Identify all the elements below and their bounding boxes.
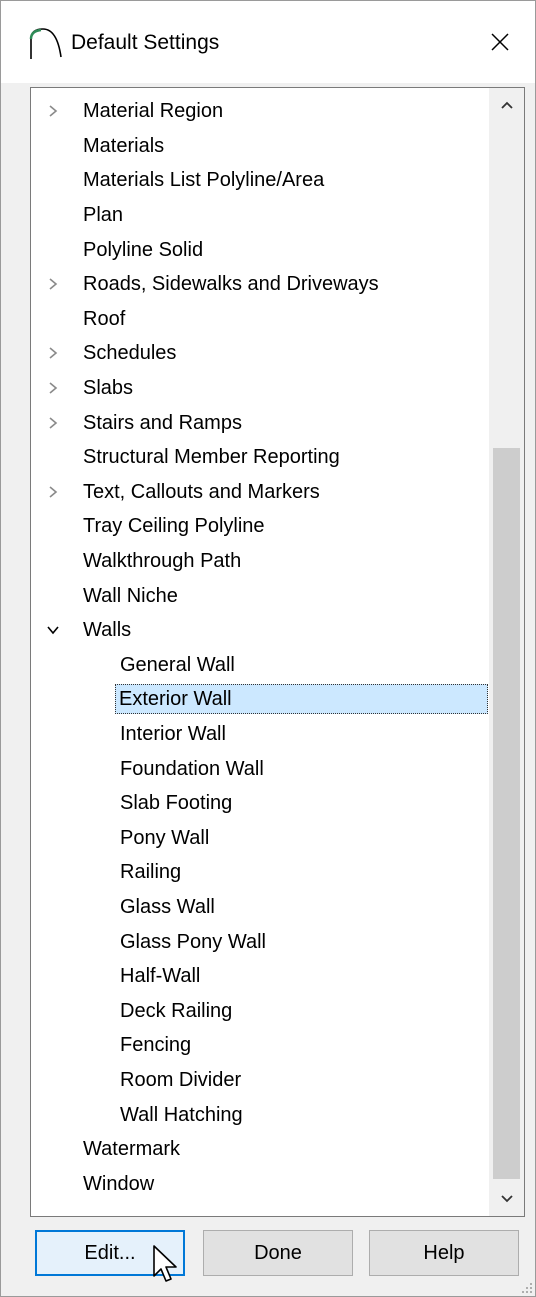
help-button[interactable]: Help (369, 1230, 519, 1276)
window-title: Default Settings (71, 31, 220, 54)
chevron-down-icon[interactable] (45, 613, 61, 648)
tree-item[interactable]: Roof (31, 302, 491, 337)
tree-item[interactable]: Slab Footing (31, 786, 491, 821)
tree-item[interactable]: Deck Railing (31, 993, 491, 1028)
tree-item-label: Polyline Solid (83, 238, 204, 261)
chevron-right-icon[interactable] (45, 405, 61, 440)
scroll-up-button[interactable] (489, 88, 524, 122)
scroll-down-button[interactable] (489, 1182, 524, 1216)
tree-item-label: Slabs (83, 377, 134, 400)
chevron-up-icon (500, 101, 513, 109)
tree-item-label: Fencing (120, 1034, 192, 1057)
tree-item[interactable]: Polyline Solid (31, 232, 491, 267)
tree-item-label: Walkthrough Path (83, 550, 242, 573)
tree-item-label: Plan (83, 204, 124, 227)
tree-item[interactable]: Materials List Polyline/Area (31, 163, 491, 198)
tree-item[interactable]: Walls (31, 613, 491, 648)
default-settings-dialog: Default Settings Material Region Material… (0, 0, 536, 1297)
tree-item-label: Walls (83, 619, 132, 642)
tree-item-label: General Wall (120, 653, 235, 676)
resize-grip-icon[interactable] (519, 1280, 533, 1294)
done-button[interactable]: Done (203, 1230, 353, 1276)
tree-item-label: Glass Wall (120, 895, 215, 918)
tree-item-label: Materials List Polyline/Area (83, 169, 325, 192)
tree-item-label: Watermark (83, 1138, 181, 1161)
tree-item[interactable]: Plan (31, 198, 491, 233)
tree-item-label: Tray Ceiling Polyline (83, 515, 265, 538)
tree-item[interactable]: Foundation Wall (31, 751, 491, 786)
tree-item[interactable]: Roads, Sidewalks and Driveways (31, 267, 491, 302)
tree-item-label: Structural Member Reporting (83, 446, 340, 469)
tree-item[interactable]: Railing (31, 855, 491, 890)
tree-item-label: Roads, Sidewalks and Driveways (83, 273, 379, 296)
chevron-right-icon[interactable] (45, 475, 61, 510)
tree-item[interactable]: Walkthrough Path (31, 544, 491, 579)
tree-item-label: Slab Footing (120, 792, 233, 815)
close-button[interactable] (465, 1, 535, 83)
tree-item-label: Wall Hatching (120, 1103, 243, 1126)
tree-item[interactable]: Slabs (31, 371, 491, 406)
tree-item[interactable]: Glass Pony Wall (31, 924, 491, 959)
tree-item-label: Pony Wall (120, 826, 210, 849)
tree-item[interactable]: Window (31, 1166, 491, 1201)
tree-item-label: Railing (120, 861, 182, 884)
tree-item[interactable]: Tray Ceiling Polyline (31, 509, 491, 544)
chevron-down-icon (500, 1195, 513, 1203)
tree-item-selected[interactable]: Exterior Wall (31, 682, 491, 717)
tree-item[interactable]: Wall Niche (31, 578, 491, 613)
tree-item-label: Window (83, 1172, 155, 1195)
tree-item[interactable]: Interior Wall (31, 717, 491, 752)
chevron-right-icon[interactable] (45, 267, 61, 302)
tree-item[interactable]: Fencing (31, 1028, 491, 1063)
tree-item[interactable]: Material Region (31, 94, 491, 129)
tree-item[interactable]: Structural Member Reporting (31, 440, 491, 475)
tree-item-label: Deck Railing (120, 999, 233, 1022)
chevron-right-icon[interactable] (45, 94, 61, 129)
tree-item-label: Material Region (83, 100, 224, 123)
tree-item[interactable]: Materials (31, 129, 491, 164)
tree-item[interactable]: Room Divider (31, 1063, 491, 1098)
tree-item-label: Stairs and Ramps (83, 411, 242, 434)
tree-item[interactable]: Text, Callouts and Markers (31, 475, 491, 510)
close-icon (491, 33, 509, 51)
tree-item[interactable]: General Wall (31, 648, 491, 683)
tree-item[interactable]: Glass Wall (31, 890, 491, 925)
vertical-scrollbar[interactable] (489, 88, 524, 1216)
tree-item[interactable]: Wall Hatching (31, 1097, 491, 1132)
tree-item-label: Glass Pony Wall (120, 930, 266, 953)
arch-icon (29, 28, 62, 59)
tree-item[interactable]: Half-Wall (31, 959, 491, 994)
tree-item-label: Interior Wall (120, 722, 226, 745)
tree-item[interactable]: Schedules (31, 336, 491, 371)
tree-item-label: Half-Wall (120, 965, 201, 988)
tree-item-label: Materials (83, 134, 165, 157)
edit-button[interactable]: Edit... (35, 1230, 185, 1276)
chevron-right-icon[interactable] (45, 336, 61, 371)
tree-item[interactable]: Stairs and Ramps (31, 405, 491, 440)
tree-item-label: Roof (83, 307, 126, 330)
scroll-thumb[interactable] (493, 448, 520, 1179)
chevron-right-icon[interactable] (45, 371, 61, 406)
title-bar[interactable]: Default Settings (1, 1, 535, 83)
tree-item-label: Foundation Wall (120, 757, 264, 780)
tree-item-label: Room Divider (120, 1068, 242, 1091)
tree-item-label: Schedules (83, 342, 177, 365)
settings-tree[interactable]: Material Region Materials Materials List P… (30, 87, 525, 1217)
tree-item-label: Text, Callouts and Markers (83, 480, 320, 503)
tree-item[interactable]: Pony Wall (31, 820, 491, 855)
tree-items: Material Region Materials Materials List P… (31, 94, 491, 1201)
tree-item-label: Wall Niche (83, 584, 178, 607)
tree-item-label: Exterior Wall (115, 684, 488, 715)
tree-item[interactable]: Watermark (31, 1132, 491, 1167)
